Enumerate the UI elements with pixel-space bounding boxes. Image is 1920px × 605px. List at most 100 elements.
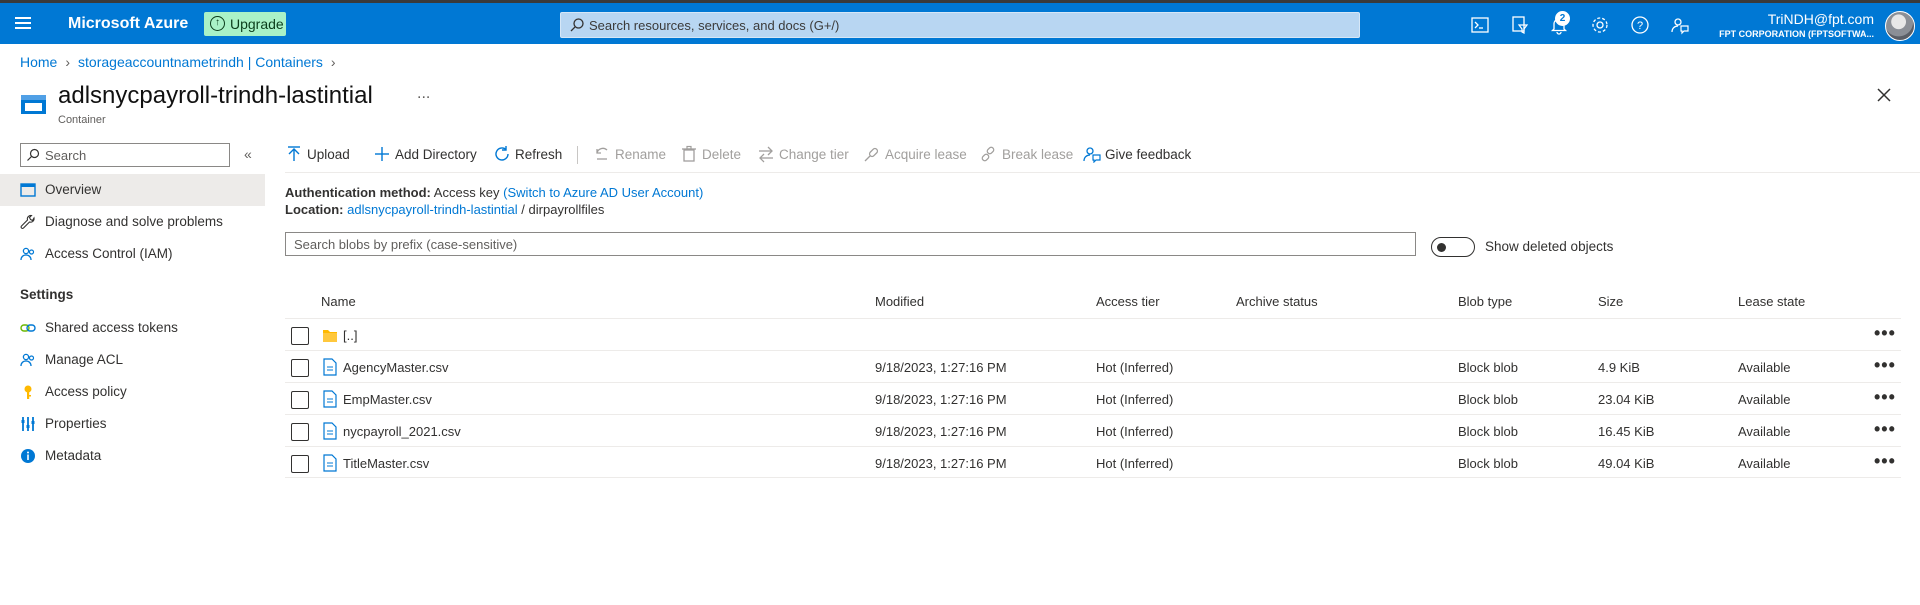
file-icon — [323, 454, 337, 472]
chevron-right-icon: › — [65, 54, 71, 70]
row-checkbox[interactable] — [291, 359, 309, 377]
cloud-shell-icon[interactable] — [1469, 14, 1491, 36]
column-header-modified[interactable]: Modified — [875, 294, 924, 309]
row-modified: 9/18/2023, 1:27:16 PM — [875, 360, 1007, 375]
row-name[interactable]: nycpayroll_2021.csv — [343, 424, 461, 439]
table-row[interactable]: AgencyMaster.csv 9/18/2023, 1:27:16 PM H… — [285, 350, 1901, 382]
sidebar-search[interactable] — [20, 143, 230, 167]
sidebar-item-properties[interactable]: Properties — [0, 408, 265, 440]
row-name[interactable]: AgencyMaster.csv — [343, 360, 449, 375]
sidebar-item-access-policy[interactable]: Access policy — [0, 376, 265, 408]
column-header-name[interactable]: Name — [321, 294, 356, 309]
row-name[interactable]: EmpMaster.csv — [343, 392, 432, 407]
row-name[interactable]: [..] — [343, 328, 357, 343]
row-checkbox[interactable] — [291, 391, 309, 409]
sidebar-item-label: Shared access tokens — [45, 320, 178, 335]
rename-icon — [596, 147, 608, 160]
location-label: Location: — [285, 202, 344, 217]
sidebar-item-manage-acl[interactable]: Manage ACL — [0, 344, 265, 376]
feedback-icon — [1083, 147, 1101, 163]
sidebar-item-diagnose[interactable]: Diagnose and solve problems — [0, 206, 265, 238]
account-menu[interactable]: TriNDH@fpt.com FPT CORPORATION (FPTSOFTW… — [1719, 11, 1874, 39]
delete-button[interactable]: Delete — [680, 143, 741, 169]
row-more-button[interactable]: ••• — [1874, 387, 1896, 408]
row-name[interactable]: TitleMaster.csv — [343, 456, 429, 471]
folder-icon — [323, 330, 337, 342]
breadcrumb-containers[interactable]: storageaccountnametrindh | Containers — [78, 54, 323, 70]
switch-auth-link[interactable]: (Switch to Azure AD User Account) — [503, 185, 703, 200]
more-options-button[interactable]: ... — [417, 85, 430, 103]
column-header-access-tier[interactable]: Access tier — [1096, 294, 1160, 309]
directory-filter-icon[interactable] — [1509, 14, 1531, 36]
location-container-link[interactable]: adlsnycpayroll-trindh-lastintial — [347, 202, 518, 217]
sidebar-item-label: Diagnose and solve problems — [45, 214, 223, 229]
row-modified: 9/18/2023, 1:27:16 PM — [875, 424, 1007, 439]
hamburger-menu-icon[interactable] — [13, 14, 33, 32]
row-blob-type: Block blob — [1458, 456, 1518, 471]
container-icon — [20, 183, 36, 197]
column-header-lease-state[interactable]: Lease state — [1738, 294, 1805, 309]
upload-label: Upload — [307, 147, 350, 162]
give-feedback-button[interactable]: Give feedback — [1083, 143, 1191, 169]
row-more-button[interactable]: ••• — [1874, 355, 1896, 376]
break-lease-button[interactable]: Break lease — [980, 143, 1073, 169]
column-header-size[interactable]: Size — [1598, 294, 1623, 309]
row-checkbox[interactable] — [291, 327, 309, 345]
global-search-input[interactable] — [589, 15, 1349, 35]
row-size: 23.04 KiB — [1598, 392, 1655, 407]
show-deleted-toggle[interactable] — [1431, 237, 1475, 257]
sidebar-item-overview[interactable]: Overview — [0, 174, 265, 206]
blob-search-input[interactable] — [294, 235, 1394, 253]
give-feedback-label: Give feedback — [1105, 147, 1192, 162]
search-icon — [570, 18, 584, 32]
trash-icon — [682, 145, 696, 162]
row-more-button[interactable]: ••• — [1874, 451, 1896, 472]
people-icon — [20, 353, 35, 367]
azure-brand[interactable]: Microsoft Azure — [68, 15, 188, 33]
sidebar-item-shared-access-tokens[interactable]: Shared access tokens — [0, 312, 265, 344]
column-header-archive-status[interactable]: Archive status — [1236, 294, 1318, 309]
row-lease-state: Available — [1738, 392, 1791, 407]
upload-button[interactable]: Upload — [285, 143, 350, 169]
rename-button[interactable]: Rename — [593, 143, 666, 169]
settings-icon[interactable] — [1589, 14, 1611, 36]
sidebar-search-input[interactable] — [45, 146, 225, 164]
refresh-button[interactable]: Refresh — [493, 143, 562, 169]
global-search[interactable] — [560, 12, 1360, 38]
breadcrumb-home[interactable]: Home — [20, 54, 57, 70]
row-checkbox[interactable] — [291, 423, 309, 441]
table-row[interactable]: [..] ••• — [285, 318, 1901, 350]
delete-label: Delete — [702, 147, 742, 162]
blob-search[interactable] — [285, 232, 1416, 256]
row-access-tier: Hot (Inferred) — [1096, 360, 1174, 375]
rename-label: Rename — [615, 147, 667, 162]
upgrade-button[interactable]: ↑ Upgrade — [204, 12, 286, 36]
show-deleted-label: Show deleted objects — [1485, 239, 1614, 254]
row-size: 4.9 KiB — [1598, 360, 1640, 375]
avatar[interactable] — [1885, 11, 1915, 41]
collapse-sidebar-button[interactable]: « — [244, 146, 252, 162]
link-icon — [20, 324, 36, 332]
row-more-button[interactable]: ••• — [1874, 323, 1896, 344]
add-directory-button[interactable]: Add Directory — [373, 143, 477, 169]
table-row[interactable]: EmpMaster.csv 9/18/2023, 1:27:16 PM Hot … — [285, 382, 1901, 414]
sidebar-item-iam[interactable]: Access Control (IAM) — [0, 238, 265, 270]
acquire-lease-button[interactable]: Acquire lease — [863, 143, 967, 169]
sidebar-item-metadata[interactable]: Metadata — [0, 440, 265, 472]
row-checkbox[interactable] — [291, 455, 309, 473]
feedback-icon[interactable] — [1669, 14, 1691, 36]
help-icon[interactable]: ? — [1629, 14, 1651, 36]
row-blob-type: Block blob — [1458, 392, 1518, 407]
location-separator: / — [521, 202, 525, 217]
table-row[interactable]: TitleMaster.csv 9/18/2023, 1:27:16 PM Ho… — [285, 446, 1901, 478]
key-icon — [24, 385, 32, 399]
command-bar-divider — [285, 172, 1920, 173]
auth-method-row: Authentication method: Access key (Switc… — [285, 185, 703, 200]
notification-count-badge: 2 — [1555, 11, 1570, 26]
people-icon — [20, 247, 35, 261]
close-icon[interactable] — [1874, 85, 1894, 105]
row-more-button[interactable]: ••• — [1874, 419, 1896, 440]
change-tier-button[interactable]: Change tier — [757, 143, 849, 169]
column-header-blob-type[interactable]: Blob type — [1458, 294, 1512, 309]
table-row[interactable]: nycpayroll_2021.csv 9/18/2023, 1:27:16 P… — [285, 414, 1901, 446]
